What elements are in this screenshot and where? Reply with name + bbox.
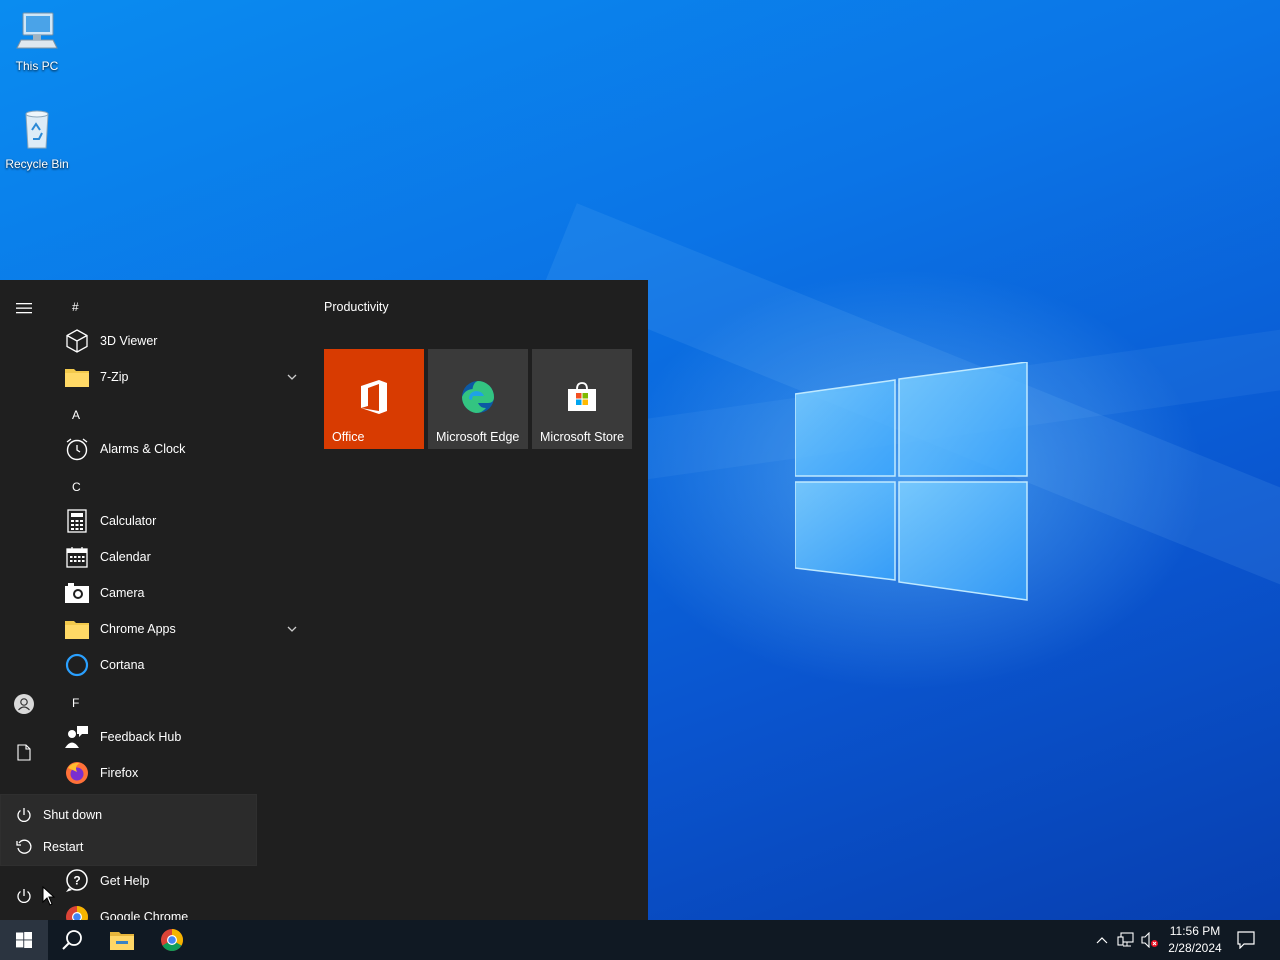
app-item-7-zip[interactable]: 7-Zip [60,359,306,395]
edge-icon [461,380,495,414]
app-label: Chrome Apps [100,622,176,636]
tile-label: Office [332,430,365,444]
svg-text:?: ? [73,874,80,888]
expand-menu-button[interactable] [0,288,48,328]
file-explorer-icon [110,932,134,950]
restart-label: Restart [43,840,84,854]
power-icon [15,806,33,824]
this-pc-icon [16,12,58,49]
tiles-area: Productivity Office Microsoft Edge Micro… [324,300,644,449]
tile-label: Microsoft Store [540,430,625,444]
clock-date: 2/28/2024 [1168,941,1222,955]
store-icon [565,380,599,414]
app-item-chrome-apps[interactable]: Chrome Apps [60,611,306,647]
chrome-taskbar-button[interactable] [148,920,196,960]
app-label: Google Chrome [100,910,189,920]
mouse-cursor-icon [42,886,56,906]
chrome-icon [63,903,91,920]
camera-icon [63,579,91,607]
hamburger-icon [16,303,32,314]
user-account-button[interactable] [0,684,48,724]
action-center-icon [1237,931,1255,949]
power-menu: Shut down Restart [0,794,257,866]
alarm-clock-icon [63,435,91,463]
volume-muted-icon [1141,932,1158,948]
firefox-icon [63,759,91,787]
tile-office[interactable]: Office [324,349,424,449]
app-label: Calculator [100,514,157,528]
network-button[interactable] [1116,930,1136,950]
shut-down-label: Shut down [43,808,103,822]
volume-button[interactable] [1140,930,1160,950]
clock[interactable]: 11:56 PM 2/28/2024 [1163,923,1227,957]
search-button[interactable] [48,920,96,960]
show-hidden-icons-button[interactable] [1092,930,1112,950]
app-item-get-help[interactable]: ? Get Help [60,863,306,899]
document-icon [17,743,31,761]
windows-logo-wallpaper [795,362,1028,601]
tile-microsoft-edge[interactable]: Microsoft Edge [428,349,528,449]
app-label: 3D Viewer [100,334,158,348]
tile-label: Microsoft Edge [436,430,520,444]
calculator-icon [63,507,91,535]
chevron-down-icon[interactable] [286,623,298,635]
app-label: Alarms & Clock [100,442,186,456]
app-item-google-chrome[interactable]: Google Chrome [60,899,306,920]
folder-icon [63,615,91,643]
start-button[interactable] [0,920,48,960]
user-icon [14,694,34,714]
office-icon [357,380,391,414]
app-item-alarms-clock[interactable]: Alarms & Clock [60,431,306,467]
letter-header[interactable]: F [72,696,79,716]
file-explorer-button[interactable] [98,920,146,960]
get-help-icon: ? [63,867,91,895]
power-button[interactable] [0,876,48,916]
cortana-icon [63,651,91,679]
app-item-3d-viewer[interactable]: 3D Viewer [60,323,306,359]
shut-down-option[interactable]: Shut down [1,799,258,831]
app-label: Camera [100,586,145,600]
app-item-firefox[interactable]: Firefox [60,755,306,791]
calendar-icon [63,543,91,571]
app-label: Firefox [100,766,139,780]
tile-microsoft-store[interactable]: Microsoft Store [532,349,632,449]
letter-header[interactable]: C [72,480,81,500]
folder-icon [63,363,91,391]
action-center-button[interactable] [1236,930,1256,950]
search-icon [62,930,82,950]
desktop-icon-label: This PC [15,59,59,73]
desktop-icon-recycle-bin[interactable]: Recycle Bin [0,108,74,171]
clock-time: 11:56 PM [1169,924,1221,938]
chevron-up-icon [1096,937,1108,944]
app-label: Cortana [100,658,145,672]
letter-header[interactable]: A [72,408,80,428]
app-item-feedback-hub[interactable]: Feedback Hub [60,719,306,755]
app-label: 7-Zip [100,370,129,384]
feedback-hub-icon [63,723,91,751]
desktop-icon-this-pc[interactable]: This PC [0,10,74,73]
chrome-icon [161,929,183,951]
taskbar: 11:56 PM 2/28/2024 [0,920,1280,960]
tile-group-title[interactable]: Productivity [324,300,644,320]
documents-button[interactable] [0,732,48,772]
app-item-calendar[interactable]: Calendar [60,539,306,575]
3d-viewer-icon [63,327,91,355]
recycle-bin-icon [25,110,49,149]
app-label: Get Help [100,874,150,888]
restart-option[interactable]: Restart [1,831,258,863]
chevron-down-icon[interactable] [286,371,298,383]
app-label: Feedback Hub [100,730,182,744]
start-icon [16,932,32,948]
network-icon [1117,932,1134,947]
power-icon [17,889,31,903]
app-item-calculator[interactable]: Calculator [60,503,306,539]
restart-icon [15,838,33,856]
app-item-cortana[interactable]: Cortana [60,647,306,683]
letter-header[interactable]: # [72,300,79,320]
desktop-icon-label: Recycle Bin [5,157,69,171]
app-item-camera[interactable]: Camera [60,575,306,611]
app-label: Calendar [100,550,151,564]
